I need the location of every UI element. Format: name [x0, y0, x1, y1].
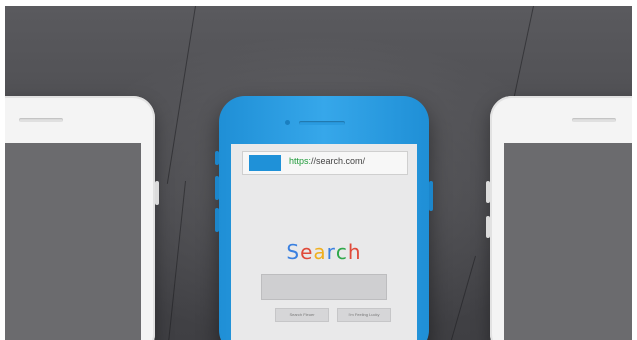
phone-screen: https://search.com/ Search Search Fleuer… [231, 144, 417, 340]
search-logo-letter: c [335, 240, 348, 264]
center-blue-phone: https://search.com/ Search Search Fleuer… [215, 96, 433, 340]
browser-tab[interactable] [249, 155, 281, 171]
phone-side-button [215, 151, 219, 165]
photo-scene: https://search.com/ Search Search Fleuer… [5, 6, 632, 340]
phone-side-button [486, 181, 490, 203]
feeling-lucky-button[interactable]: I'm Feeling Lucky [337, 308, 391, 322]
surface-line [166, 6, 196, 184]
phone-screen-off [5, 143, 141, 340]
search-logo-letter: e [300, 240, 314, 264]
phone-side-button [215, 176, 219, 200]
phone-screen-off [504, 143, 632, 340]
surface-line [168, 180, 186, 340]
right-white-phone [486, 96, 632, 340]
search-logo-letter: a [313, 240, 327, 264]
search-logo-letter: S [286, 240, 301, 264]
phone-speaker [572, 118, 616, 122]
phone-speaker [19, 118, 63, 122]
front-camera [285, 120, 290, 125]
phone-side-button [215, 208, 219, 232]
search-logo-letter: h [347, 240, 362, 264]
phone-speaker [299, 121, 345, 125]
address-bar[interactable]: https://search.com/ [243, 152, 407, 174]
phone-side-button [429, 181, 433, 211]
phone-side-button [486, 216, 490, 238]
search-logo-letter: r [326, 240, 336, 264]
url-scheme: https: [289, 156, 312, 166]
phone-side-button [155, 181, 159, 205]
url-rest: //search.com/ [311, 156, 366, 166]
search-button[interactable]: Search Fleuer [275, 308, 329, 322]
url-text: https://search.com/ [289, 156, 365, 166]
surface-line [450, 255, 476, 340]
search-input[interactable] [261, 274, 387, 300]
left-white-phone [5, 96, 159, 340]
search-logo: Search [231, 240, 417, 264]
